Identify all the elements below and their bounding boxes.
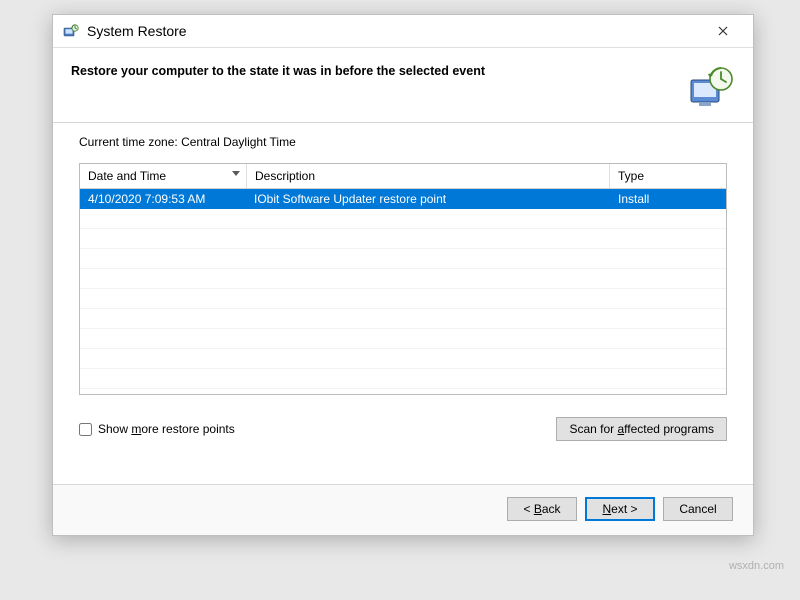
page-heading: Restore your computer to the state it wa… [71, 62, 675, 78]
table-options-row: Show more restore points Scan for affect… [79, 417, 727, 441]
content-area: Current time zone: Central Daylight Time… [53, 123, 753, 484]
back-button[interactable]: < Back [507, 497, 577, 521]
show-more-label: Show more restore points [98, 422, 235, 436]
wizard-footer: < Back Next > Cancel [53, 484, 753, 535]
close-icon [718, 26, 728, 36]
show-more-restore-points-checkbox[interactable]: Show more restore points [79, 422, 235, 436]
system-restore-icon [63, 23, 79, 39]
cancel-button[interactable]: Cancel [663, 497, 733, 521]
table-header: Date and Time Description Type [80, 164, 726, 189]
column-header-type[interactable]: Type [610, 164, 726, 188]
scan-affected-programs-button[interactable]: Scan for affected programs [556, 417, 727, 441]
restore-points-table[interactable]: Date and Time Description Type 4/10/2020… [79, 163, 727, 395]
titlebar: System Restore [53, 15, 753, 48]
column-header-date[interactable]: Date and Time [80, 164, 247, 188]
window-title: System Restore [87, 23, 187, 39]
table-body: 4/10/2020 7:09:53 AM IObit Software Upda… [80, 189, 726, 394]
close-button[interactable] [703, 15, 743, 47]
restore-hero-icon [685, 62, 735, 112]
next-button[interactable]: Next > [585, 497, 655, 521]
cell-date: 4/10/2020 7:09:53 AM [80, 192, 246, 206]
table-row[interactable]: 4/10/2020 7:09:53 AM IObit Software Upda… [80, 189, 726, 209]
show-more-checkbox-input[interactable] [79, 423, 92, 436]
cell-description: IObit Software Updater restore point [246, 192, 610, 206]
column-header-description[interactable]: Description [247, 164, 610, 188]
timezone-label: Current time zone: Central Daylight Time [79, 135, 727, 149]
cell-type: Install [610, 192, 726, 206]
sort-descending-icon [232, 171, 240, 176]
watermark: wsxdn.com [729, 560, 784, 572]
header: Restore your computer to the state it wa… [53, 48, 753, 123]
system-restore-dialog: System Restore Restore your computer to … [52, 14, 754, 536]
